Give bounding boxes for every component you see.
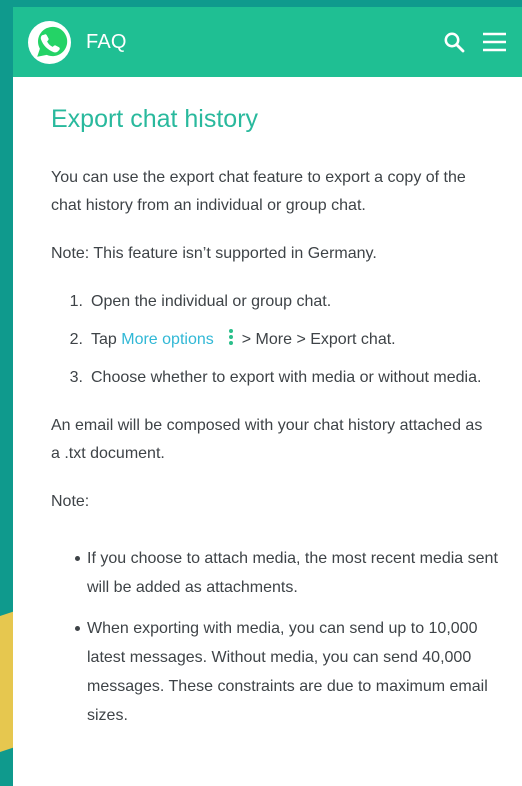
step-prefix: Tap (91, 331, 122, 348)
note-item-message-limits: When exporting with media, you can send … (51, 614, 498, 730)
step-number: 1. (69, 293, 83, 310)
search-icon[interactable] (440, 28, 468, 56)
germany-note: Note: This feature isn’t supported in Ge… (51, 245, 377, 262)
intro-paragraph: You can use the export chat feature to e… (51, 169, 466, 214)
step-number: 2. (69, 331, 83, 348)
step-item-more-options: 2. Tap More options > More > Export chat. (51, 326, 498, 354)
page-title: Export chat history (51, 105, 259, 133)
screenshot-stage: FAQ Export chat history You can use the … (0, 0, 522, 786)
step-text: Open the individual or group chat. (91, 293, 332, 310)
brand-area: FAQ (27, 20, 127, 65)
whatsapp-logo-icon[interactable] (27, 20, 72, 65)
step-suffix: > More > Export chat. (241, 331, 396, 348)
email-paragraph: An email will be composed with your chat… (51, 417, 483, 462)
note-item-media-attachments: If you choose to attach media, the most … (51, 544, 498, 602)
export-steps-list: 1. Open the individual or group chat. 2.… (51, 288, 498, 392)
step-item-choose-export: 3. Choose whether to export with media o… (51, 364, 498, 392)
faq-page: FAQ Export chat history You can use the … (13, 7, 522, 786)
article-content: Export chat history You can use the expo… (13, 77, 522, 730)
notes-list: If you choose to attach media, the most … (51, 544, 498, 730)
step-text: Tap More options > More > Export chat. (91, 326, 498, 354)
faq-link[interactable]: FAQ (86, 31, 127, 54)
step-number: 3. (69, 369, 83, 386)
step-item-open-chat: 1. Open the individual or group chat. (51, 288, 498, 316)
note-label: Note: (51, 493, 90, 510)
top-bar: FAQ (13, 7, 522, 77)
header-actions (440, 28, 508, 56)
menu-icon[interactable] (480, 28, 508, 56)
more-options-icon (226, 328, 236, 346)
more-options-link[interactable]: More options (121, 331, 214, 348)
step-text: Choose whether to export with media or w… (91, 369, 482, 386)
